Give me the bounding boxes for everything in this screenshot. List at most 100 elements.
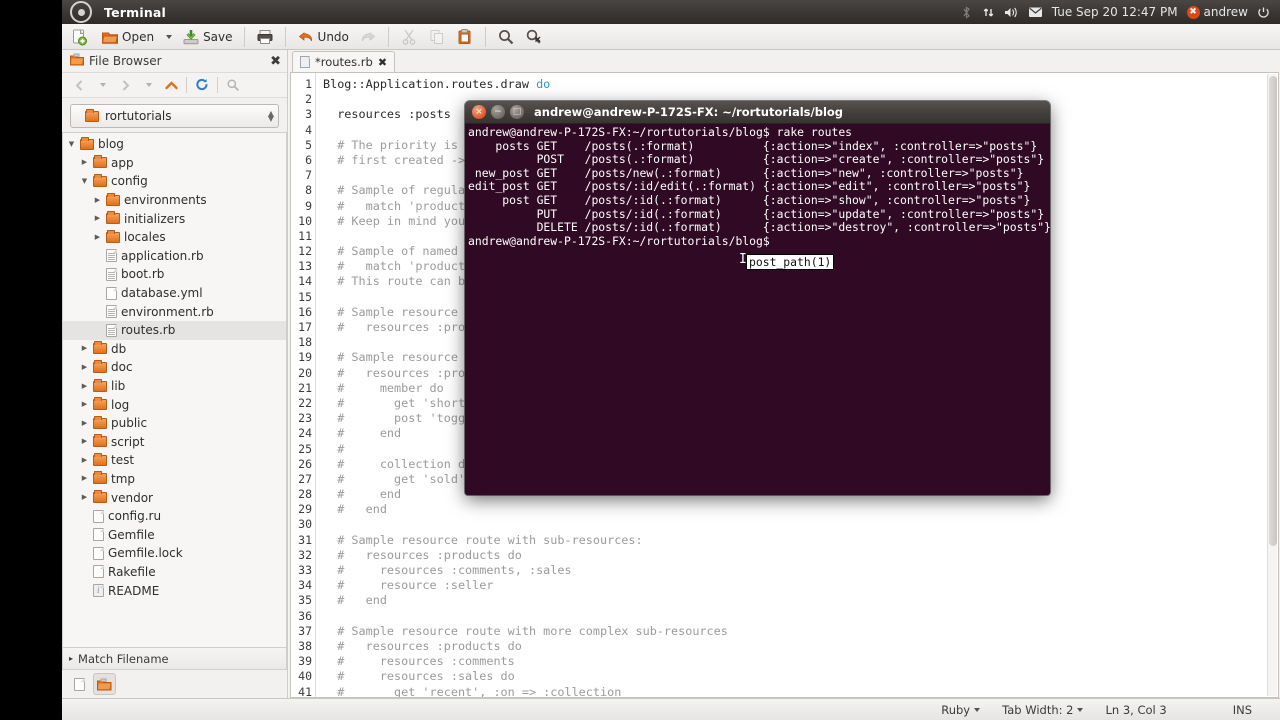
side-pane-tabs [62, 670, 287, 698]
back-history-dropdown[interactable] [91, 75, 113, 95]
tree-item[interactable]: Gemfile [63, 525, 286, 544]
tree-item[interactable]: ▶ db [63, 340, 286, 359]
twisty-closed-icon[interactable]: ▶ [80, 382, 89, 390]
tree-item[interactable]: ▶ log [63, 395, 286, 414]
copy-button[interactable] [424, 25, 450, 49]
forward-button[interactable] [114, 75, 136, 95]
tree-item[interactable]: ▶ tmp [63, 470, 286, 489]
tree-item[interactable]: ▶ doc [63, 358, 286, 377]
up-button[interactable] [160, 75, 182, 95]
paste-button[interactable] [452, 25, 478, 49]
ubuntu-logo-icon[interactable] [70, 1, 92, 23]
twisty-closed-icon[interactable]: ▶ [80, 494, 89, 501]
tree-item[interactable]: ▶ public [63, 414, 286, 433]
tree-item[interactable]: ▼ config [63, 172, 286, 191]
cut-button[interactable] [396, 25, 422, 49]
tree-item[interactable]: ▶ vendor [63, 488, 286, 507]
tree-item[interactable]: environment.rb [63, 302, 286, 321]
terminal-output[interactable]: andrew@andrew-P-172S-FX:~/rortutorials/b… [468, 125, 1050, 495]
tree-item[interactable]: ▶ initializers [63, 209, 286, 228]
terminal-close-button[interactable]: × [472, 105, 486, 119]
twisty-closed-icon[interactable]: ▶ [80, 363, 89, 371]
save-button[interactable]: Save [178, 25, 236, 49]
search-icon[interactable] [222, 75, 244, 95]
undo-button[interactable]: Undo [293, 25, 353, 49]
twisty-closed-icon[interactable]: ▶ [93, 196, 102, 204]
tree-item[interactable]: ▶ lib [63, 377, 286, 396]
twisty-closed-icon[interactable]: ▶ [80, 345, 89, 352]
twisty-closed-icon[interactable]: ▶ [93, 215, 102, 222]
documents-tab[interactable] [68, 673, 91, 695]
line-number: 33 [298, 563, 312, 577]
file-browser-nav [62, 72, 287, 98]
find-button[interactable] [493, 25, 519, 49]
redo-button[interactable] [355, 25, 381, 49]
file-tree[interactable]: ▼ blog ▶ app ▼ config ▶ environments ▶ initialize… [62, 132, 287, 648]
tree-item[interactable]: Rakefile [63, 563, 286, 582]
tree-item-label: lib [111, 379, 126, 394]
open-button[interactable]: Open [97, 25, 158, 49]
path-combo-box[interactable]: rortutorials ▲ ▼ [70, 104, 279, 128]
twisty-closed-icon[interactable]: ▶ [80, 401, 89, 408]
tree-item[interactable]: ▶ environments [63, 191, 286, 210]
terminal-line: andrew@andrew-P-172S-FX:~/rortutorials/b… [468, 125, 853, 139]
new-document-button[interactable] [66, 25, 95, 49]
forward-history-dropdown[interactable] [137, 75, 159, 95]
network-icon[interactable] [982, 6, 995, 19]
open-dropdown-button[interactable] [160, 25, 176, 49]
twisty-closed-icon[interactable]: ▶ [80, 159, 89, 166]
user-menu[interactable]: ✖ andrew [1186, 5, 1248, 19]
tree-item[interactable]: application.rb [63, 247, 286, 266]
clock-label[interactable]: Tue Sep 20 12:47 PM [1052, 6, 1178, 18]
folder-icon [93, 397, 107, 411]
file-browser-pane: File Browser ✖ rortutorials ▲ ▼ ▼ blog ▶… [62, 50, 288, 698]
volume-icon[interactable] [1004, 6, 1019, 19]
tree-item-label: application.rb [121, 248, 204, 263]
twisty-closed-icon[interactable]: ▶ [80, 475, 89, 482]
scrollbar-thumb[interactable] [1269, 76, 1277, 546]
terminal-minimize-button[interactable]: − [491, 105, 505, 119]
terminal-window[interactable]: × − □ andrew@andrew-P-172S-FX: ~/rortuto… [465, 101, 1050, 495]
tree-item[interactable]: ▼ blog [63, 135, 286, 154]
tree-item[interactable]: database.yml [63, 284, 286, 303]
print-button[interactable] [252, 25, 278, 49]
tree-item[interactable]: ▶ locales [63, 228, 286, 247]
editor-vertical-scrollbar[interactable] [1267, 74, 1277, 696]
match-filename-expander[interactable]: ▸ Match Filename [62, 648, 287, 670]
bluetooth-icon[interactable] [960, 5, 973, 19]
twisty-closed-icon[interactable]: ▶ [93, 233, 102, 241]
tree-item[interactable]: boot.rb [63, 265, 286, 284]
tab-width-selector[interactable]: Tab Width: 2 [991, 703, 1094, 717]
twisty-closed-icon[interactable]: ▶ [80, 438, 89, 445]
tree-item[interactable]: ▶ script [63, 433, 286, 452]
tree-item[interactable]: ▶ test [63, 451, 286, 470]
panel-app-title[interactable]: Terminal [104, 5, 166, 20]
tree-item[interactable]: config.ru [63, 507, 286, 526]
twisty-closed-icon[interactable]: ▶ [80, 419, 89, 427]
tree-item[interactable]: ▶ app [63, 154, 286, 173]
twisty-closed-icon[interactable]: ▶ [80, 456, 89, 464]
language-selector[interactable]: Ruby [930, 703, 991, 717]
line-number: 35 [298, 593, 312, 608]
twisty-open-icon[interactable]: ▼ [67, 140, 76, 148]
tree-item[interactable]: routes.rb [63, 320, 286, 340]
folder-icon [93, 490, 107, 504]
terminal-maximize-button[interactable]: □ [510, 105, 524, 119]
document-tab-routes-rb[interactable]: *routes.rb ✖ [292, 51, 396, 72]
refresh-button[interactable] [191, 75, 213, 95]
power-icon[interactable] [1257, 6, 1270, 19]
close-icon[interactable]: ✖ [270, 55, 281, 68]
filebrowser-tab[interactable] [93, 673, 116, 695]
back-button[interactable] [68, 75, 90, 95]
line-number: 37 [298, 623, 312, 638]
combo-stepper[interactable]: ▲ ▼ [268, 110, 274, 123]
terminal-titlebar[interactable]: × − □ andrew@andrew-P-172S-FX: ~/rortuto… [465, 101, 1050, 124]
find-replace-button[interactable] [521, 25, 547, 49]
tree-item[interactable]: README [63, 581, 286, 600]
tree-item[interactable]: Gemfile.lock [63, 544, 286, 563]
twisty-open-icon[interactable]: ▼ [80, 177, 89, 185]
messaging-icon[interactable] [1028, 6, 1043, 18]
tab-close-icon[interactable]: ✖ [378, 56, 387, 69]
terminal-body[interactable]: andrew@andrew-P-172S-FX:~/rortutorials/b… [465, 124, 1050, 495]
